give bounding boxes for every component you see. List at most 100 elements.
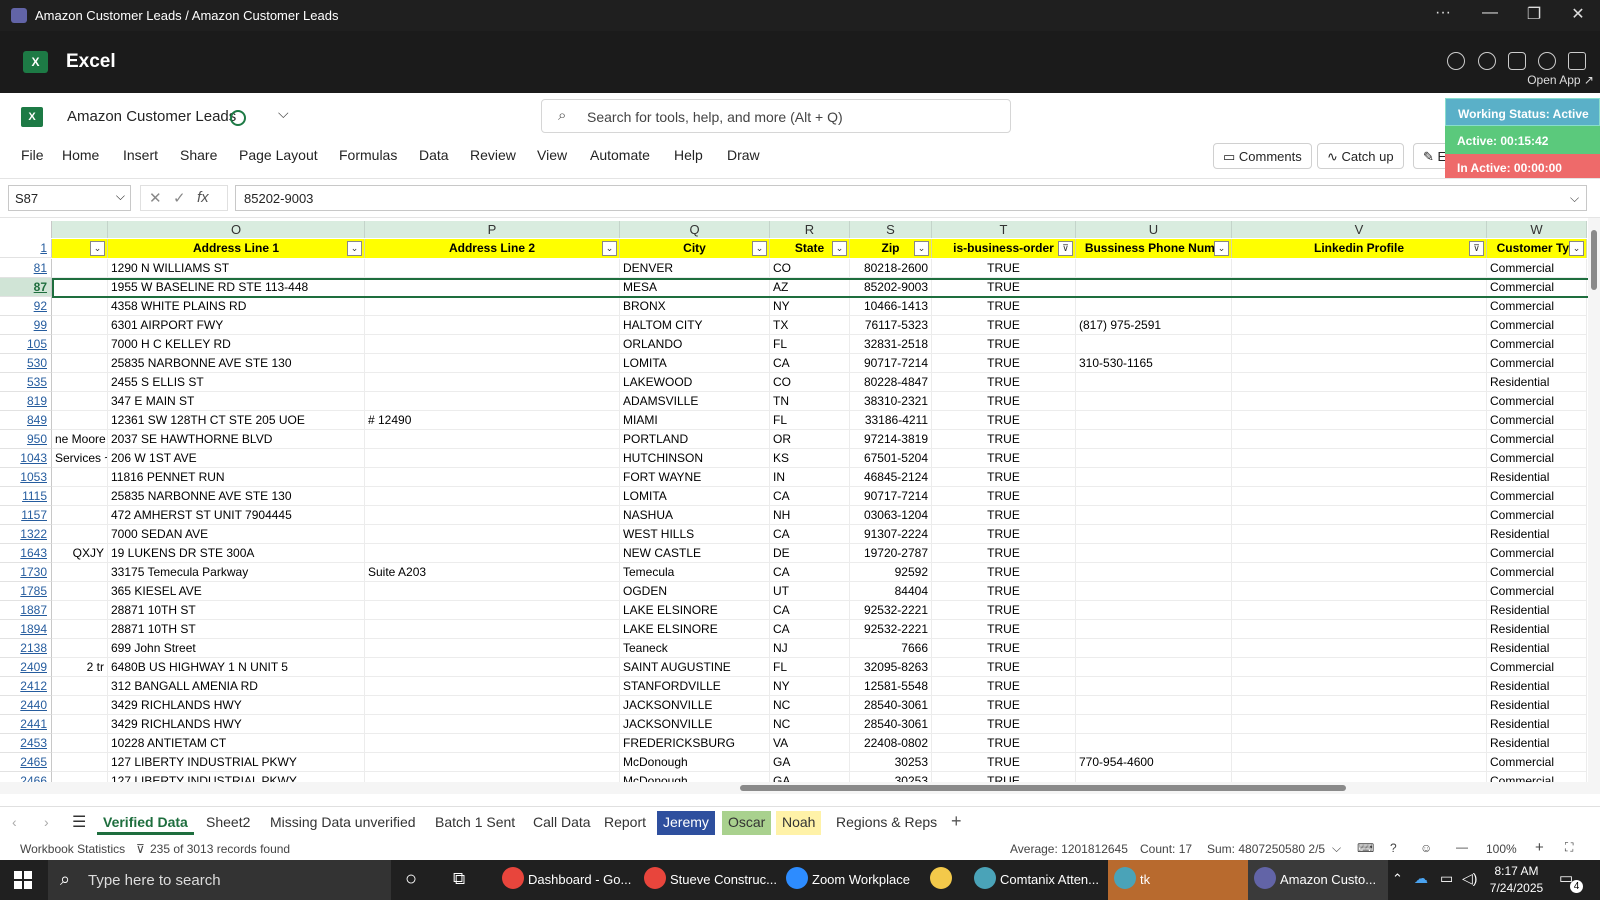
cell-o[interactable]: 127 LIBERTY INDUSTRIAL PKWY — [108, 753, 365, 772]
cell-q[interactable]: ADAMSVILLE — [620, 392, 770, 411]
taskbar-app[interactable] — [924, 860, 968, 900]
cell-t[interactable]: TRUE — [932, 411, 1076, 430]
horizontal-scrollbar[interactable] — [0, 782, 1600, 794]
cell-o[interactable]: 25835 NARBONNE AVE STE 130 — [108, 354, 365, 373]
column-letter-partial[interactable] — [52, 221, 108, 238]
cell-pre[interactable] — [52, 601, 108, 620]
cell-q[interactable]: LAKE ELSINORE — [620, 601, 770, 620]
row-number[interactable]: 950 — [0, 430, 52, 449]
cell-r[interactable]: TN — [770, 392, 850, 411]
cortana-icon[interactable]: ○ — [405, 868, 417, 891]
header-cell-o[interactable]: Address Line 1 ⌄ — [108, 239, 365, 258]
cell-o[interactable]: 3429 RICHLANDS HWY — [108, 696, 365, 715]
row-number[interactable]: 2440 — [0, 696, 52, 715]
column-letter-r[interactable]: R — [770, 221, 850, 238]
cell-p[interactable] — [365, 658, 620, 677]
cell-pre[interactable] — [52, 316, 108, 335]
cell-s[interactable]: 46845-2124 — [850, 468, 932, 487]
menu-formulas[interactable]: Formulas — [339, 147, 397, 163]
all-sheets-icon[interactable]: ☰ — [72, 812, 86, 832]
cell-u[interactable] — [1076, 392, 1232, 411]
cell-u[interactable] — [1076, 601, 1232, 620]
cell-p[interactable] — [365, 259, 620, 278]
cell-q[interactable]: PORTLAND — [620, 430, 770, 449]
cell-t[interactable]: TRUE — [932, 468, 1076, 487]
row-number[interactable]: 535 — [0, 373, 52, 392]
filter-dropdown-icon[interactable]: ⌄ — [347, 241, 362, 256]
formula-input[interactable]: 85202-9003 — [235, 185, 1587, 211]
header-cell-w[interactable]: Customer Typ ⌄ — [1487, 239, 1587, 258]
zoom-in-button[interactable]: + — [1535, 839, 1544, 856]
sheet-tab[interactable]: Missing Data unverified — [264, 811, 422, 835]
show-hidden-icons[interactable]: ⌃ — [1392, 871, 1403, 887]
cell-w[interactable]: Commercial — [1487, 506, 1587, 525]
cell-v[interactable] — [1232, 487, 1487, 506]
cell-v[interactable] — [1232, 753, 1487, 772]
row-number[interactable]: 92 — [0, 297, 52, 316]
cell-v[interactable] — [1232, 506, 1487, 525]
cell-s[interactable]: 84404 — [850, 582, 932, 601]
cell-pre[interactable]: Services ~ — [52, 449, 108, 468]
cell-w[interactable]: Commercial — [1487, 316, 1587, 335]
row-number[interactable]: 1322 — [0, 525, 52, 544]
cell-s[interactable]: 7666 — [850, 639, 932, 658]
taskbar-app[interactable]: tk — [1108, 860, 1248, 900]
sheet-tab[interactable]: Batch 1 Sent — [429, 811, 521, 835]
cell-p[interactable] — [365, 487, 620, 506]
cell-r[interactable]: CA — [770, 620, 850, 639]
cell-o[interactable]: 365 KIESEL AVE — [108, 582, 365, 601]
cell-v[interactable] — [1232, 430, 1487, 449]
cell-r[interactable]: CA — [770, 601, 850, 620]
cell-p[interactable] — [365, 696, 620, 715]
menu-view[interactable]: View — [537, 147, 567, 163]
cell-u[interactable] — [1076, 278, 1232, 297]
cell-v[interactable] — [1232, 468, 1487, 487]
cell-v[interactable] — [1232, 544, 1487, 563]
network-icon[interactable]: ▭ — [1440, 870, 1453, 887]
cell-p[interactable] — [365, 620, 620, 639]
cell-w[interactable]: Commercial — [1487, 297, 1587, 316]
row-number[interactable]: 1043 — [0, 449, 52, 468]
cell-w[interactable]: Commercial — [1487, 411, 1587, 430]
catchup-button[interactable]: ∿ Catch up — [1317, 143, 1404, 169]
taskbar-app[interactable]: Dashboard - Go... — [496, 860, 638, 900]
cell-p[interactable] — [365, 639, 620, 658]
restore-button[interactable]: ❐ — [1519, 4, 1549, 24]
column-letter-q[interactable]: Q — [620, 221, 770, 238]
search-box[interactable]: ⌕ Search for tools, help, and more (Alt … — [541, 99, 1011, 133]
cell-s[interactable]: 12581-5548 — [850, 677, 932, 696]
cell-r[interactable]: NC — [770, 696, 850, 715]
cell-u[interactable] — [1076, 582, 1232, 601]
cell-o[interactable]: 11816 PENNET RUN — [108, 468, 365, 487]
cell-o[interactable]: 12361 SW 128TH CT STE 205 UOE — [108, 411, 365, 430]
cell-w[interactable]: Residential — [1487, 715, 1587, 734]
cell-w[interactable]: Residential — [1487, 373, 1587, 392]
cell-v[interactable] — [1232, 620, 1487, 639]
cell-u[interactable] — [1076, 411, 1232, 430]
cell-t[interactable]: TRUE — [932, 430, 1076, 449]
cell-p[interactable] — [365, 373, 620, 392]
info-icon[interactable] — [1538, 52, 1556, 70]
menu-page-layout[interactable]: Page Layout — [239, 147, 318, 163]
cell-v[interactable] — [1232, 601, 1487, 620]
cell-s[interactable]: 19720-2787 — [850, 544, 932, 563]
volume-icon[interactable]: ◁) — [1462, 870, 1477, 887]
cell-s[interactable]: 90717-7214 — [850, 487, 932, 506]
cell-q[interactable]: BRONX — [620, 297, 770, 316]
cell-o[interactable]: 4358 WHITE PLAINS RD — [108, 297, 365, 316]
cell-w[interactable]: Commercial — [1487, 544, 1587, 563]
column-letter-p[interactable]: P — [365, 221, 620, 238]
cell-v[interactable] — [1232, 658, 1487, 677]
cell-o[interactable]: 7000 SEDAN AVE — [108, 525, 365, 544]
cell-q[interactable]: JACKSONVILLE — [620, 715, 770, 734]
cell-t[interactable]: TRUE — [932, 335, 1076, 354]
filter-dropdown-icon[interactable]: ⌄ — [1569, 241, 1584, 256]
cell-o[interactable]: 699 John Street — [108, 639, 365, 658]
cell-v[interactable] — [1232, 297, 1487, 316]
column-letter-t[interactable]: T — [932, 221, 1076, 238]
cell-r[interactable]: CA — [770, 525, 850, 544]
sheet-tab[interactable]: Noah — [776, 811, 822, 835]
cancel-icon[interactable]: ✕ — [149, 189, 162, 207]
sheet-tab[interactable]: Report — [598, 811, 652, 835]
chevron-down-icon[interactable]: ⌵ — [278, 105, 289, 122]
